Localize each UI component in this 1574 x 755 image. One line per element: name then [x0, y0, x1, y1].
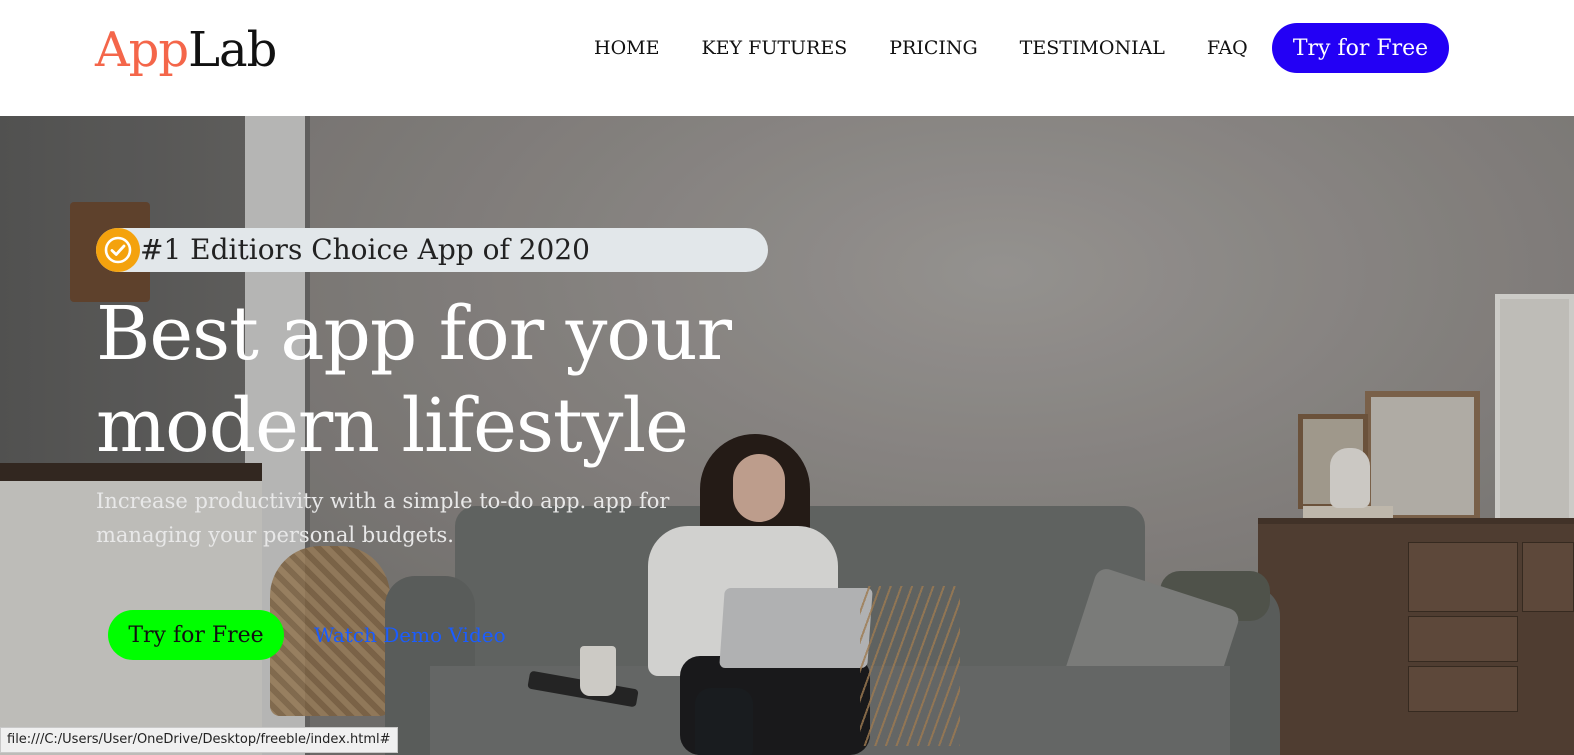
nav-faq[interactable]: FAQ — [1207, 36, 1248, 60]
nav-key-futures[interactable]: KEY FUTURES — [701, 36, 847, 60]
check-circle-icon — [96, 228, 140, 272]
hero-subtitle: Increase productivity with a simple to-d… — [96, 489, 670, 547]
nav-testimonial[interactable]: TESTIMONIAL — [1020, 36, 1165, 60]
browser-status-bar: file:///C:/Users/User/OneDrive/Desktop/f… — [0, 727, 398, 753]
nav-pricing[interactable]: PRICING — [889, 36, 977, 60]
badge-text: #1 Editiors Choice App of 2020 — [140, 233, 590, 266]
logo-part-app: App — [95, 22, 189, 78]
hero-try-free-button[interactable]: Try for Free — [108, 610, 284, 660]
hero-title-line-1: Best app for your — [96, 291, 732, 377]
watch-demo-link[interactable]: Watch Demo Video — [314, 622, 506, 648]
logo[interactable]: AppLab — [95, 20, 277, 80]
hero-title-line-2: modern lifestyle — [96, 383, 689, 469]
logo-part-lab: Lab — [188, 22, 277, 78]
site-header: AppLab HOME KEY FUTURES PRICING TESTIMON… — [0, 0, 1574, 116]
main-nav: HOME KEY FUTURES PRICING TESTIMONIAL FAQ — [594, 36, 1290, 60]
hero-section: #1 Editiors Choice App of 2020 Best app … — [0, 116, 1574, 755]
hero-title: Best app for your modern lifestyle — [96, 288, 816, 472]
nav-home[interactable]: HOME — [594, 36, 659, 60]
header-try-free-button[interactable]: Try for Free — [1272, 23, 1449, 73]
